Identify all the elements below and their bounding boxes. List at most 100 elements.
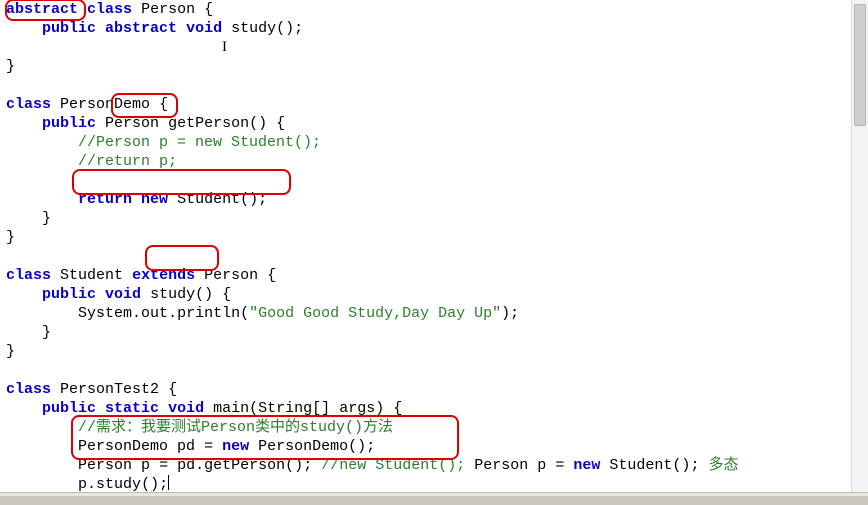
brace-open: { xyxy=(222,286,231,303)
brace-close: } xyxy=(42,324,51,341)
semicolon: ; xyxy=(366,438,375,455)
semicolon: ; xyxy=(690,457,699,474)
paren-close: ) xyxy=(357,438,366,455)
code-line: PersonDemo pd = new PersonDemo(); xyxy=(6,437,868,456)
semicolon: ; xyxy=(294,20,303,37)
paren-open: ( xyxy=(240,191,249,208)
code-editor[interactable]: abstract class Person { public abstract … xyxy=(0,0,868,505)
ident-person: Person xyxy=(204,267,258,284)
code-line: I xyxy=(6,38,868,57)
code-line: Person p = pd.getPerson(); //new Student… xyxy=(6,456,868,475)
keyword-class: class xyxy=(6,96,51,113)
brace-close: } xyxy=(6,343,15,360)
code-line xyxy=(6,76,868,95)
bracket-open: [ xyxy=(312,400,321,417)
brace-open: { xyxy=(168,381,177,398)
ident-pd: pd xyxy=(177,457,195,474)
code-line: //Person p = new Student(); xyxy=(6,133,868,152)
brace-open: { xyxy=(204,1,213,18)
string-literal: "Good Good Study,Day Day Up" xyxy=(249,305,501,322)
brace-close: } xyxy=(6,58,15,75)
paren-close: ) xyxy=(501,305,510,322)
ident-system: System xyxy=(78,305,132,322)
code-line: public Person getPerson() { xyxy=(6,114,868,133)
ident-student: Student xyxy=(609,457,672,474)
comment: //需求：我要测试Person类中的study()方法 xyxy=(78,419,393,436)
ident-pd: pd xyxy=(177,438,195,455)
equals: = xyxy=(555,457,564,474)
ident-study: study xyxy=(96,476,141,493)
scrollbar-thumb[interactable] xyxy=(854,4,866,126)
code-line: } xyxy=(6,228,868,247)
keyword-new: new xyxy=(573,457,600,474)
code-line: class PersonTest2 { xyxy=(6,380,868,399)
keyword-public: public xyxy=(42,115,96,132)
ident-out: out xyxy=(141,305,168,322)
code-line: } xyxy=(6,342,868,361)
ident-persontest2: PersonTest2 xyxy=(60,381,159,398)
paren-open: ( xyxy=(141,476,150,493)
semicolon: ; xyxy=(510,305,519,322)
brace-close: } xyxy=(42,210,51,227)
ident-getperson: getPerson xyxy=(204,457,285,474)
ident-p: p xyxy=(537,457,546,474)
keyword-static: static xyxy=(105,400,159,417)
paren-close: ) xyxy=(150,476,159,493)
paren-close: ) xyxy=(204,286,213,303)
semicolon: ; xyxy=(303,457,312,474)
semicolon: ; xyxy=(258,191,267,208)
dot: . xyxy=(195,457,204,474)
brace-open: { xyxy=(393,400,402,417)
code-line: return new Student(); xyxy=(6,190,868,209)
code-line: class Student extends Person { xyxy=(6,266,868,285)
keyword-void: void xyxy=(105,286,141,303)
ident-person: Person xyxy=(105,115,159,132)
ident-person: Person xyxy=(474,457,528,474)
keyword-class: class xyxy=(6,381,51,398)
keyword-abstract: abstract xyxy=(6,1,78,18)
keyword-extends: extends xyxy=(132,267,195,284)
keyword-abstract: abstract xyxy=(105,20,177,37)
ident-person: Person xyxy=(78,457,132,474)
code-area[interactable]: abstract class Person { public abstract … xyxy=(0,0,868,494)
code-line: public abstract void study(); xyxy=(6,19,868,38)
ident-p: p xyxy=(141,457,150,474)
brace-open: { xyxy=(276,115,285,132)
paren-close: ) xyxy=(258,115,267,132)
vertical-scrollbar[interactable] xyxy=(851,0,868,492)
paren-close: ) xyxy=(249,191,258,208)
brace-close: } xyxy=(6,229,15,246)
code-line: public static void main(String[] args) { xyxy=(6,399,868,418)
keyword-return: return xyxy=(78,191,132,208)
code-line xyxy=(6,171,868,190)
keyword-void: void xyxy=(168,400,204,417)
equals: = xyxy=(204,438,213,455)
dot: . xyxy=(87,476,96,493)
comment: //new Student(); xyxy=(321,457,465,474)
code-line: } xyxy=(6,323,868,342)
code-line: System.out.println("Good Good Study,Day … xyxy=(6,304,868,323)
paren-close: ) xyxy=(285,20,294,37)
ident-main: main xyxy=(213,400,249,417)
code-line: } xyxy=(6,57,868,76)
comment: //return p; xyxy=(78,153,177,170)
keyword-public: public xyxy=(42,400,96,417)
brace-open: { xyxy=(159,96,168,113)
keyword-public: public xyxy=(42,20,96,37)
ident-study: study xyxy=(231,20,276,37)
code-line: } xyxy=(6,209,868,228)
ident-args: args xyxy=(339,400,375,417)
dot: . xyxy=(168,305,177,322)
paren-open: ( xyxy=(285,457,294,474)
text-cursor-icon: I xyxy=(222,39,227,55)
bottom-bar xyxy=(0,496,868,505)
paren-open: ( xyxy=(240,305,249,322)
ident-string: String xyxy=(258,400,312,417)
keyword-class: class xyxy=(87,1,132,18)
semicolon: ; xyxy=(159,476,168,493)
paren-open: ( xyxy=(249,400,258,417)
code-line xyxy=(6,361,868,380)
code-line xyxy=(6,247,868,266)
ident-student: Student xyxy=(60,267,123,284)
ident-study: study xyxy=(150,286,195,303)
